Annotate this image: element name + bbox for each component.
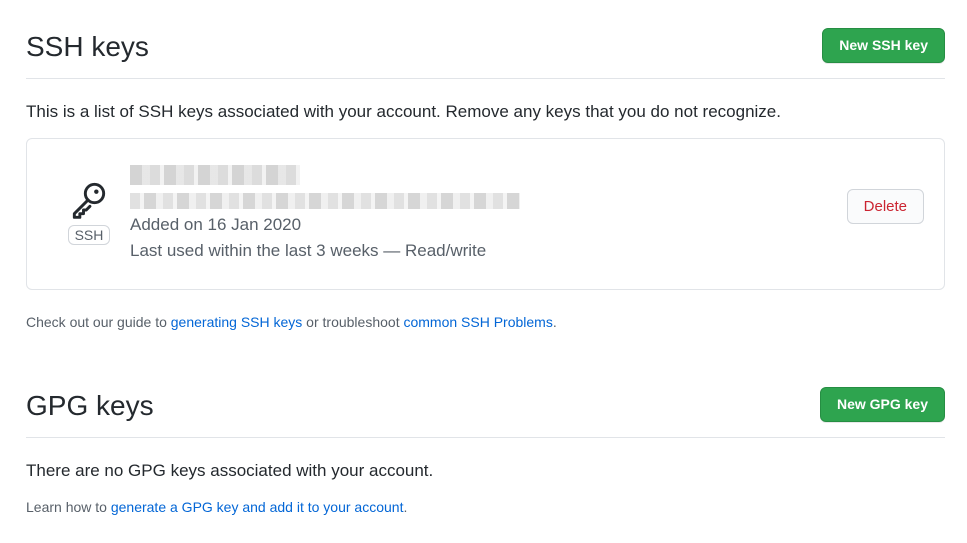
ssh-key-fingerprint-redacted — [130, 193, 520, 209]
gpg-help-prefix: Learn how to — [26, 499, 111, 515]
ssh-help-prefix: Check out our guide to — [26, 314, 171, 330]
ssh-key-title-redacted — [130, 165, 300, 185]
delete-ssh-key-button[interactable]: Delete — [846, 189, 924, 224]
new-ssh-key-button[interactable]: New SSH key — [822, 28, 945, 63]
ssh-help-suffix: . — [552, 314, 557, 330]
ssh-type-badge: SSH — [67, 225, 111, 245]
gpg-section-header: GPG keys New GPG key — [26, 360, 945, 438]
gpg-section-title: GPG keys — [26, 390, 154, 421]
ssh-key-item: SSH Added on 16 Jan 2020 Last used withi… — [26, 138, 945, 290]
generate-gpg-key-link[interactable]: generate a GPG key and add it to your ac… — [111, 499, 404, 515]
gpg-help-text: Learn how to generate a GPG key and add … — [26, 499, 407, 515]
ssh-intro-text: This is a list of SSH keys associated wi… — [26, 102, 781, 121]
ssh-help-middle: or troubleshoot — [302, 314, 404, 330]
ssh-section-header: SSH keys New SSH key — [26, 0, 945, 79]
gpg-help-suffix: . — [403, 499, 408, 515]
ssh-help-text: Check out our guide to generating SSH ke… — [26, 314, 557, 330]
key-icon — [72, 182, 106, 219]
ssh-key-icon-group: SSH — [65, 177, 113, 245]
common-ssh-problems-link[interactable]: common SSH Problems — [403, 314, 552, 330]
generating-ssh-keys-link[interactable]: generating SSH keys — [171, 314, 303, 330]
gpg-empty-message: There are no GPG keys associated with yo… — [26, 461, 434, 480]
ssh-key-added-date: Added on 16 Jan 2020 — [130, 215, 302, 234]
new-gpg-key-button[interactable]: New GPG key — [819, 387, 945, 422]
ssh-key-last-used: Last used within the last 3 weeks — Read… — [130, 241, 487, 260]
ssh-section-title: SSH keys — [26, 31, 149, 62]
